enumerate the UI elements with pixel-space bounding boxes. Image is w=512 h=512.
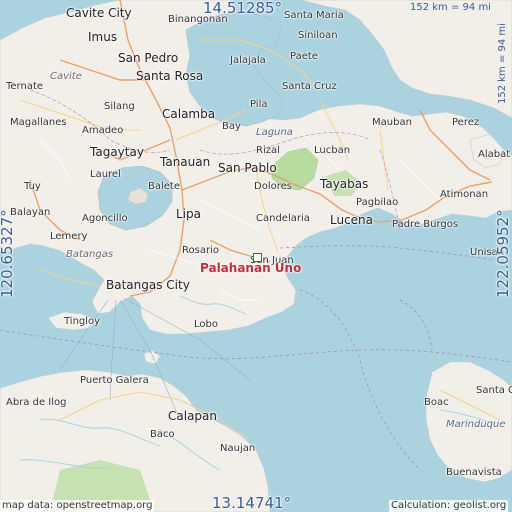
- label-rosario: Rosario: [182, 245, 219, 256]
- label-santa-cruz-marinduque: Santa C: [476, 385, 512, 396]
- label-tagaytay: Tagaytay: [90, 145, 144, 159]
- label-laurel: Laurel: [90, 169, 121, 180]
- map-attribution[interactable]: map data: openstreetmap.org: [0, 500, 155, 512]
- label-san-pablo: San Pablo: [218, 161, 277, 175]
- label-laguna-region: Laguna: [256, 127, 293, 138]
- left-longitude-label: 120.65327°: [0, 209, 16, 298]
- label-cavite-city: Cavite City: [66, 6, 132, 20]
- label-marinduque-region: Marinduque: [446, 419, 506, 430]
- label-jalajala: Jalajala: [230, 55, 266, 66]
- label-perez: Perez: [452, 117, 480, 128]
- label-paete: Paete: [290, 51, 318, 62]
- label-calapan: Calapan: [168, 409, 217, 423]
- label-batangas-region: Batangas: [66, 249, 114, 260]
- label-mauban: Mauban: [372, 117, 412, 128]
- label-calamba: Calamba: [162, 107, 216, 121]
- label-balete: Balete: [148, 181, 180, 192]
- label-alabat: Alabat: [478, 149, 511, 160]
- label-ternate: Ternate: [6, 81, 44, 92]
- label-lucban: Lucban: [314, 145, 351, 156]
- label-agoncillo: Agoncillo: [82, 213, 128, 224]
- calculation-credit[interactable]: Calculation: geolist.org: [389, 500, 509, 512]
- label-buenavista: Buenavista: [446, 467, 502, 478]
- label-lucena: Lucena: [330, 213, 374, 227]
- label-imus: Imus: [88, 30, 118, 44]
- label-puerto-galera: Puerto Galera: [80, 375, 149, 386]
- label-cavite-region: Cavite: [50, 71, 82, 82]
- label-tanauan: Tanauan: [160, 155, 211, 169]
- label-padre-burgos: Padre Burgos: [392, 219, 459, 230]
- label-balayan: Balayan: [10, 207, 51, 218]
- label-siniloan: Siniloan: [298, 30, 338, 41]
- label-san-pedro: San Pedro: [118, 51, 179, 65]
- label-dolores: Dolores: [254, 181, 292, 192]
- vertical-scale: 152 km = 94 mi: [497, 23, 508, 104]
- label-lemery: Lemery: [50, 231, 88, 242]
- label-rizal: Rizal: [256, 145, 280, 156]
- label-pagbilao: Pagbilao: [356, 197, 399, 208]
- label-baco: Baco: [150, 429, 175, 440]
- label-naujan: Naujan: [220, 443, 256, 454]
- label-tingloy: Tingloy: [64, 316, 101, 327]
- label-batangas-city: Batangas City: [106, 278, 190, 292]
- horizontal-scale: 152 km = 94 mi: [410, 2, 491, 13]
- label-boac: Boac: [424, 397, 449, 408]
- label-abra-de-ilog: Abra de Ilog: [6, 397, 67, 408]
- label-amadeo: Amadeo: [82, 125, 124, 136]
- label-silang: Silang: [104, 101, 135, 112]
- label-lipa: Lipa: [176, 207, 201, 221]
- label-santa-maria: Santa Maria: [284, 10, 344, 21]
- top-latitude-label: 14.51285°: [203, 0, 283, 17]
- label-pila: Pila: [250, 99, 268, 110]
- label-bay: Bay: [222, 121, 241, 132]
- label-tayabas: Tayabas: [320, 177, 369, 191]
- right-longitude-label: 122.05952°: [494, 209, 512, 298]
- bottom-latitude-label: 13.14741°: [212, 494, 292, 512]
- label-santa-cruz: Santa Cruz: [282, 81, 337, 92]
- location-label[interactable]: Palahanan Uno: [200, 262, 301, 274]
- label-magallanes: Magallanes: [10, 117, 67, 128]
- label-lobo: Lobo: [194, 319, 218, 330]
- label-atimonan: Atimonan: [440, 189, 489, 200]
- label-santa-rosa: Santa Rosa: [136, 69, 204, 83]
- label-candelaria: Candelaria: [256, 213, 310, 224]
- label-tuy: Tuy: [24, 181, 41, 192]
